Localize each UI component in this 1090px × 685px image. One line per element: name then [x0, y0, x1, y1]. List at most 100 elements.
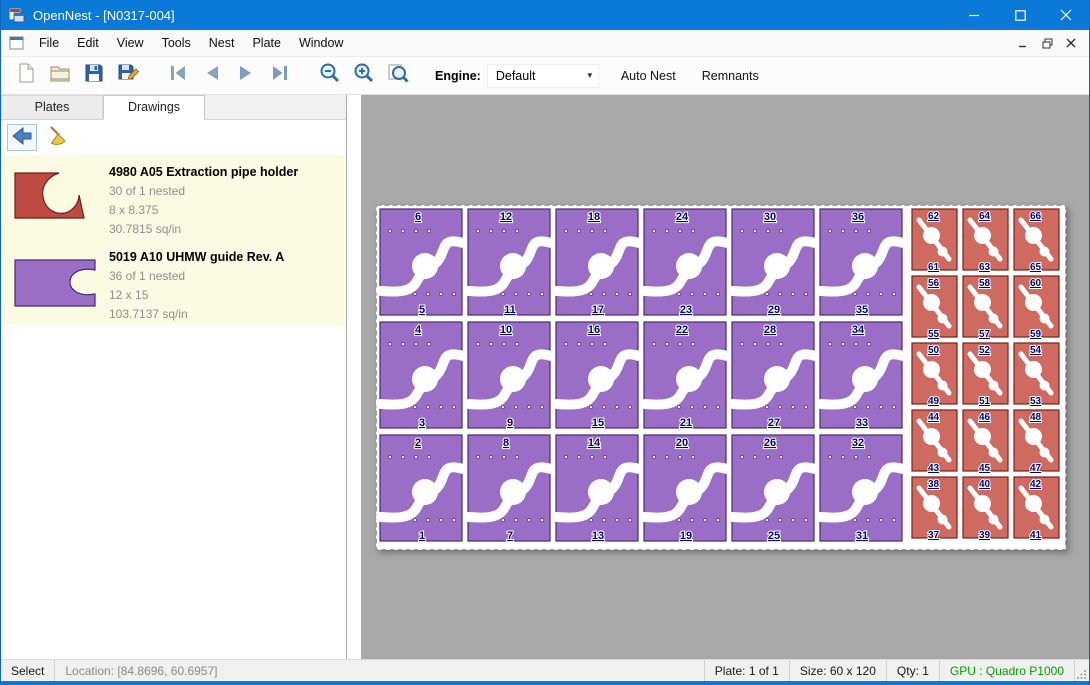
nested-part-pair[interactable]: 5655 [912, 276, 957, 340]
send-to-nest-button[interactable] [7, 124, 37, 151]
nested-part-pair[interactable]: 2827 [732, 322, 815, 429]
nested-part-pair[interactable]: 65 [380, 209, 463, 316]
menubar: File Edit View Tools Nest Plate Window [1, 30, 1089, 57]
svg-text:37: 37 [928, 530, 940, 541]
nested-part-pair[interactable]: 6261 [912, 209, 957, 273]
svg-text:9: 9 [507, 417, 513, 429]
menu-item-nest[interactable]: Nest [200, 31, 244, 55]
chevron-down-icon: ▼ [586, 71, 594, 80]
nested-part-pair[interactable]: 3635 [820, 209, 903, 316]
menu-item-view[interactable]: View [108, 31, 153, 55]
svg-text:8: 8 [503, 437, 509, 449]
plate[interactable]: 6512111817242330293635431091615222128273… [376, 205, 1066, 550]
mdi-minimize-button[interactable] [1011, 33, 1035, 53]
resize-grip-icon[interactable] [1075, 660, 1089, 681]
menu-item-file[interactable]: File [30, 31, 68, 55]
svg-text:40: 40 [979, 479, 991, 490]
drawing-size: 8 x 8.375 [109, 201, 298, 220]
nested-part-pair[interactable]: 6463 [963, 209, 1008, 273]
nested-part-pair[interactable]: 4039 [963, 477, 1008, 541]
nested-part-pair[interactable]: 3231 [820, 435, 903, 542]
last-plate-button[interactable] [263, 61, 297, 91]
nested-part-pair[interactable]: 5857 [963, 276, 1008, 340]
nested-part-pair[interactable]: 3433 [820, 322, 903, 429]
maximize-button[interactable] [997, 0, 1043, 30]
nested-part-pair[interactable]: 5453 [1014, 343, 1059, 407]
nested-part-pair[interactable]: 4241 [1014, 477, 1059, 541]
menu-item-edit[interactable]: Edit [68, 31, 108, 55]
svg-text:6: 6 [415, 211, 421, 223]
svg-text:61: 61 [928, 262, 940, 273]
nested-part-pair[interactable]: 5251 [963, 343, 1008, 407]
save-button[interactable] [77, 61, 111, 91]
nested-part-pair[interactable]: 2625 [732, 435, 815, 542]
tab-drawings[interactable]: Drawings [103, 95, 205, 120]
mdi-close-button[interactable] [1059, 33, 1083, 53]
svg-text:30: 30 [764, 211, 776, 223]
nested-part-pair[interactable]: 1817 [556, 209, 639, 316]
zoom-in-button[interactable] [347, 61, 381, 91]
tab-plates[interactable]: Plates [1, 95, 103, 119]
minimize-button[interactable] [951, 0, 997, 30]
nested-part-pair[interactable]: 4847 [1014, 410, 1059, 474]
status-location: Location: [84.8696, 60.6957] [55, 660, 227, 681]
auto-nest-button[interactable]: Auto Nest [617, 64, 680, 88]
drawing-title: 5019 A10 UHMW guide Rev. A [109, 250, 284, 264]
nested-part-pair[interactable]: 6665 [1014, 209, 1059, 273]
last-icon [268, 61, 292, 90]
svg-text:45: 45 [979, 463, 991, 474]
menu-item-plate[interactable]: Plate [243, 31, 290, 55]
nested-part-pair[interactable]: 1211 [468, 209, 551, 316]
clear-button[interactable] [43, 124, 73, 151]
zoom-fit-button[interactable] [381, 61, 415, 91]
remnants-button[interactable]: Remnants [698, 64, 763, 88]
next-plate-button[interactable] [229, 61, 263, 91]
open-folder-icon [48, 61, 72, 90]
svg-text:65: 65 [1030, 262, 1042, 273]
first-plate-button[interactable] [161, 61, 195, 91]
svg-text:44: 44 [928, 412, 940, 423]
menu-item-window[interactable]: Window [290, 31, 352, 55]
new-button[interactable] [9, 61, 43, 91]
nested-part-pair[interactable]: 43 [380, 322, 463, 429]
nested-part-pair[interactable]: 2019 [644, 435, 727, 542]
drawing-item-uhmw-guide[interactable]: 5019 A10 UHMW guide Rev. A 36 of 1 neste… [1, 240, 346, 325]
drawing-info: 5019 A10 UHMW guide Rev. A 36 of 1 neste… [109, 246, 284, 319]
nested-part-pair[interactable]: 21 [380, 435, 463, 542]
svg-text:52: 52 [979, 345, 991, 356]
nested-part-pair[interactable]: 87 [468, 435, 551, 542]
nested-part-pair[interactable]: 3837 [912, 477, 957, 541]
nest-canvas[interactable]: 6512111817242330293635431091615222128273… [347, 95, 1089, 659]
nested-part-pair[interactable]: 5049 [912, 343, 957, 407]
svg-text:41: 41 [1030, 530, 1042, 541]
mdi-restore-button[interactable] [1035, 33, 1059, 53]
close-button[interactable] [1043, 0, 1089, 30]
svg-text:50: 50 [928, 345, 940, 356]
engine-combobox[interactable]: Default ▼ [487, 64, 599, 88]
drawing-item-extraction-pipe-holder[interactable]: 4980 A05 Extraction pipe holder 30 of 1 … [1, 155, 346, 240]
menu-item-tools[interactable]: Tools [153, 31, 200, 55]
open-button[interactable] [43, 61, 77, 91]
nested-part-pair[interactable]: 109 [468, 322, 551, 429]
content-area: Plates Drawings [1, 95, 1089, 659]
nested-part-pair[interactable]: 4645 [963, 410, 1008, 474]
svg-text:58: 58 [979, 278, 991, 289]
drawing-info: 4980 A05 Extraction pipe holder 30 of 1 … [109, 161, 298, 234]
nested-part-pair[interactable]: 2221 [644, 322, 727, 429]
drawing-area: 30.7815 sq/in [109, 220, 298, 239]
svg-text:56: 56 [928, 278, 940, 289]
zoom-fit-icon [386, 61, 410, 90]
new-document-icon [14, 61, 38, 90]
nested-part-pair[interactable]: 1615 [556, 322, 639, 429]
status-qty: Qty: 1 [886, 660, 939, 681]
nested-part-pair[interactable]: 3029 [732, 209, 815, 316]
save-as-button[interactable] [111, 61, 145, 91]
previous-plate-button[interactable] [195, 61, 229, 91]
nested-part-pair[interactable]: 1413 [556, 435, 639, 542]
plate-drawing[interactable]: 6512111817242330293635431091615222128273… [376, 205, 1066, 550]
svg-text:19: 19 [680, 530, 692, 542]
nested-part-pair[interactable]: 2423 [644, 209, 727, 316]
nested-part-pair[interactable]: 6059 [1014, 276, 1059, 340]
zoom-out-button[interactable] [313, 61, 347, 91]
nested-part-pair[interactable]: 4443 [912, 410, 957, 474]
